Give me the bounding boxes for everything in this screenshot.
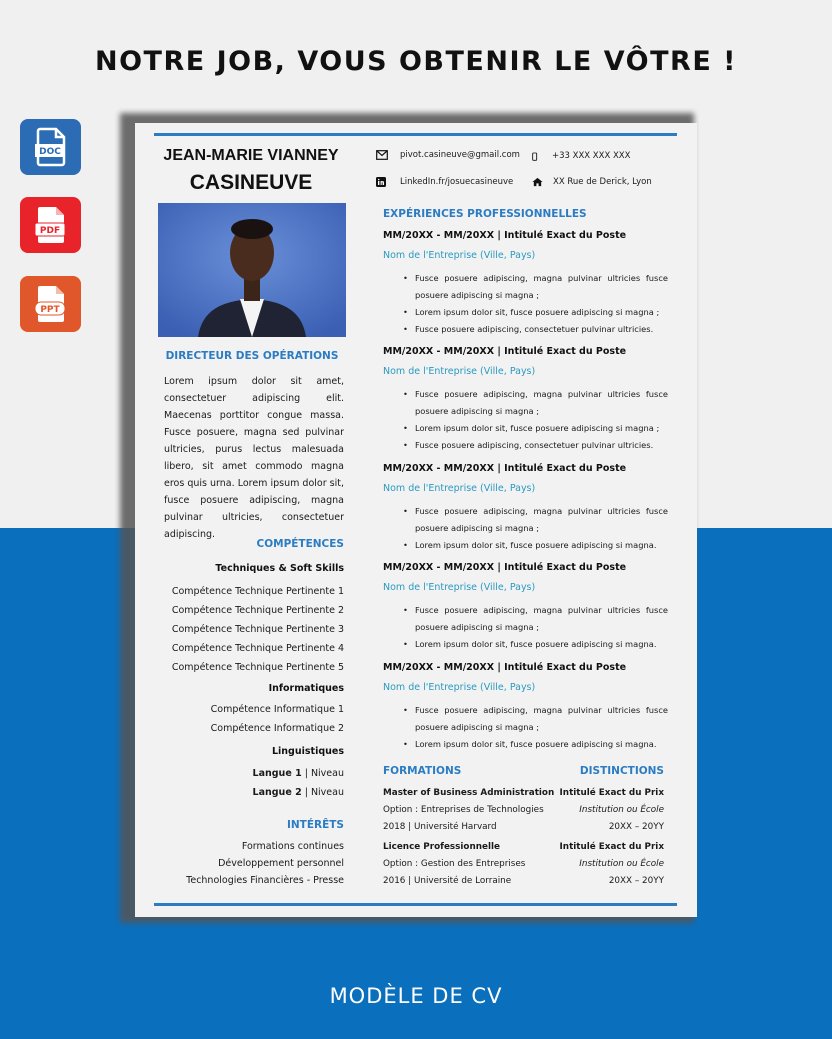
email-icon: [376, 150, 388, 160]
job-title-line: MM/20XX - MM/20XX | Intitulé Exact du Po…: [383, 346, 668, 366]
experience-entry: MM/20XX - MM/20XX | Intitulé Exact du Po…: [383, 662, 668, 753]
profile-summary: Lorem ipsum dolor sit amet, consectetuer…: [164, 376, 344, 540]
doc-format-icon[interactable]: DOC: [20, 119, 81, 175]
interests-heading: INTÉRÊTS: [286, 819, 344, 831]
distinction-institution: Institution ou École: [579, 805, 664, 815]
cv-sheet: JEAN-MARIE VIANNEY CASINEUVE DIRECTEUR D…: [135, 123, 697, 917]
job-bullet: Fusce posuere adipiscing, magna pulvinar…: [403, 503, 668, 537]
cv-last-name: CASINEUVE: [189, 171, 313, 194]
interest-item: Formations continues: [241, 841, 344, 852]
distinctions-heading: DISTINCTIONS: [579, 765, 664, 777]
job-company: Nom de l'Entreprise (Ville, Pays): [383, 483, 536, 494]
job-title-line: MM/20XX - MM/20XX | Intitulé Exact du Po…: [383, 463, 668, 483]
distinction-years: 20XX – 20YY: [608, 876, 664, 886]
top-accent-rule: [154, 133, 677, 136]
job-dates: MM/20XX - MM/20XX |: [383, 562, 501, 573]
interest-item: Développement personnel: [218, 858, 344, 869]
distinction-years: 20XX – 20YY: [608, 822, 664, 832]
job-company: Nom de l'Entreprise (Ville, Pays): [383, 682, 536, 693]
job-bullet: Lorem ipsum dolor sit, fusce posuere adi…: [403, 736, 668, 753]
contact-address-text: XX Rue de Derick, Lyon: [553, 177, 652, 187]
skill-item: Compétence Technique Pertinente 1: [171, 586, 344, 597]
contact-phone[interactable]: +33 XXX XXX XXX: [532, 150, 630, 162]
footer-title: MODÈLE DE CV: [329, 984, 503, 1008]
job-bullet: Fusce posuere adipiscing, magna pulvinar…: [403, 386, 668, 420]
job-dates: MM/20XX - MM/20XX |: [383, 346, 501, 357]
job-title-line: MM/20XX - MM/20XX | Intitulé Exact du Po…: [383, 562, 668, 582]
doc-format-label: DOC: [39, 147, 61, 157]
job-bullet: Fusce posuere adipiscing, consectetuer p…: [403, 437, 668, 454]
contact-linkedin-text: LinkedIn.fr/josuecasineuve: [400, 177, 514, 187]
skill-item: Compétence Technique Pertinente 5: [171, 662, 344, 673]
job-title: Intitulé Exact du Poste: [504, 562, 627, 573]
job-title-line: MM/20XX - MM/20XX | Intitulé Exact du Po…: [383, 230, 668, 250]
ppt-format-icon[interactable]: PPT: [20, 276, 81, 332]
job-title-line: MM/20XX - MM/20XX | Intitulé Exact du Po…: [383, 662, 668, 682]
linkedin-icon: [376, 177, 386, 187]
job-bullet: Lorem ipsum dolor sit, fusce posuere adi…: [403, 304, 668, 321]
contact-email-text: pivot.casineuve@gmail.com: [400, 150, 520, 160]
job-dates: MM/20XX - MM/20XX |: [383, 230, 501, 241]
job-bullet: Lorem ipsum dolor sit, fusce posuere adi…: [403, 420, 668, 437]
job-bullet: Fusce posuere adipiscing, magna pulvinar…: [403, 602, 668, 636]
experience-entry: MM/20XX - MM/20XX | Intitulé Exact du Po…: [383, 346, 668, 454]
language-level: Niveau: [310, 768, 344, 779]
job-bullet: Fusce posuere adipiscing, magna pulvinar…: [403, 270, 668, 304]
technical-skills-heading: Techniques & Soft Skills: [215, 563, 344, 574]
language-name: Langue 2: [252, 787, 302, 798]
home-icon: [532, 177, 543, 187]
pdf-format-icon[interactable]: PDF: [20, 197, 81, 253]
contact-linkedin[interactable]: LinkedIn.fr/josuecasineuve: [376, 177, 513, 187]
ppt-format-label: PPT: [40, 305, 60, 315]
interest-item: Technologies Financières - Presse: [186, 875, 344, 886]
profile-photo: [158, 203, 346, 337]
job-title: Intitulé Exact du Poste: [504, 230, 627, 241]
skill-item: Compétence Technique Pertinente 4: [171, 643, 344, 654]
job-bullet: Lorem ipsum dolor sit, fusce posuere adi…: [403, 636, 668, 653]
experience-entry: MM/20XX - MM/20XX | Intitulé Exact du Po…: [383, 463, 668, 554]
it-skill-item: Compétence Informatique 2: [210, 723, 344, 734]
contact-phone-text: +33 XXX XXX XXX: [552, 151, 631, 161]
bottom-accent-rule: [154, 903, 677, 906]
language-item: Langue 1 | Niveau: [252, 768, 344, 779]
contact-address: XX Rue de Derick, Lyon: [532, 177, 652, 187]
job-bullet: Lorem ipsum dolor sit, fusce posuere adi…: [403, 537, 668, 554]
skill-item: Compétence Technique Pertinente 2: [171, 605, 344, 616]
job-dates: MM/20XX - MM/20XX |: [383, 463, 501, 474]
page-headline: NOTRE JOB, VOUS OBTENIR LE VÔTRE !: [95, 46, 737, 77]
education-heading: FORMATIONS: [383, 765, 462, 777]
it-skill-item: Compétence Informatique 1: [210, 704, 344, 715]
language-level: Niveau: [310, 787, 344, 798]
experience-heading: EXPÉRIENCES PROFESSIONNELLES: [383, 208, 587, 220]
it-skills-heading: Informatiques: [268, 683, 344, 694]
skill-item: Compétence Technique Pertinente 3: [171, 624, 344, 635]
job-bullet: Fusce posuere adipiscing, magna pulvinar…: [403, 702, 668, 736]
distinction-entry: Intitulé Exact du Prix Institution ou Éc…: [514, 788, 664, 839]
experience-entry: MM/20XX - MM/20XX | Intitulé Exact du Po…: [383, 562, 668, 653]
distinction-entry: Intitulé Exact du Prix Institution ou Éc…: [514, 842, 664, 893]
cv-role-title: DIRECTEUR DES OPÉRATIONS: [165, 350, 339, 362]
distinction-title: Intitulé Exact du Prix: [559, 842, 664, 852]
pdf-format-label: PDF: [39, 226, 59, 236]
cv-first-names: JEAN-MARIE VIANNEY: [163, 147, 339, 164]
phone-icon: [532, 152, 538, 161]
job-bullet: Fusce posuere adipiscing, consectetuer p…: [403, 321, 668, 338]
distinction-institution: Institution ou École: [579, 859, 664, 869]
job-company: Nom de l'Entreprise (Ville, Pays): [383, 366, 536, 377]
language-item: Langue 2 | Niveau: [252, 787, 344, 798]
job-title: Intitulé Exact du Poste: [504, 463, 627, 474]
job-dates: MM/20XX - MM/20XX |: [383, 662, 501, 673]
job-title: Intitulé Exact du Poste: [504, 346, 627, 357]
language-skills-heading: Linguistiques: [271, 746, 344, 757]
distinction-title: Intitulé Exact du Prix: [559, 788, 664, 798]
skills-heading: COMPÉTENCES: [256, 538, 344, 550]
job-company: Nom de l'Entreprise (Ville, Pays): [383, 250, 536, 261]
experience-entry: MM/20XX - MM/20XX | Intitulé Exact du Po…: [383, 230, 668, 338]
job-company: Nom de l'Entreprise (Ville, Pays): [383, 582, 536, 593]
job-title: Intitulé Exact du Poste: [504, 662, 627, 673]
contact-email[interactable]: pivot.casineuve@gmail.com: [376, 150, 520, 160]
language-name: Langue 1: [252, 768, 302, 779]
